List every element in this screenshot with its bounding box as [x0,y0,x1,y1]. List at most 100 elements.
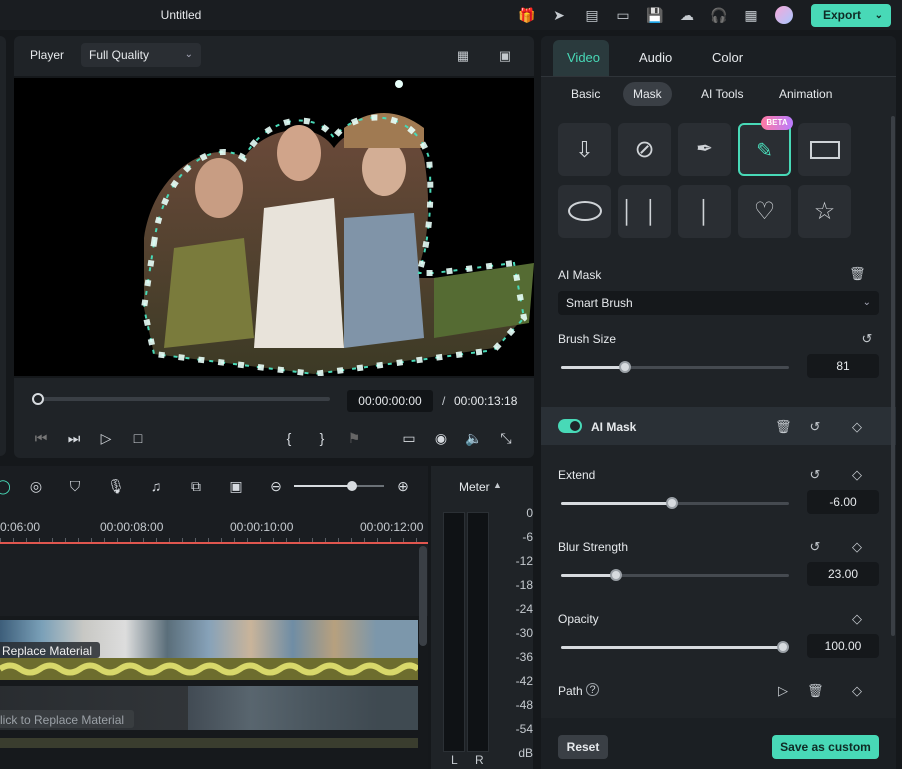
blur-strength-label: Blur Strength [558,540,629,554]
trash-icon[interactable]: 🗑 [775,419,792,435]
opacity-label: Opacity [558,612,599,626]
volume-icon[interactable]: 🔈 [465,429,483,447]
next-frame-icon[interactable]: ⏭ [65,429,83,447]
reset-button[interactable]: Reset [558,735,608,759]
audio-meter: Meter ▲ L R 0 -6 -12 -18 -24 -30 -36 -42… [431,466,533,769]
marker-icon[interactable]: ⚑ [345,429,363,447]
blur-strength-fill [561,574,616,577]
fullscreen-icon[interactable]: ⤡ [497,429,515,447]
keyframe-icon[interactable]: ◇ [849,611,865,627]
send-icon[interactable]: ➤ [550,6,568,24]
no-mask-icon[interactable]: ⊘ [618,123,671,176]
ellipse-icon[interactable] [558,185,611,238]
grid-icon[interactable]: ▦ [742,6,760,24]
display-icon[interactable]: ▭ [400,429,418,447]
heart-icon[interactable]: ♡ [738,185,791,238]
reset-icon[interactable]: ↺ [807,419,823,435]
motion-icon[interactable]: ◎ [27,477,45,495]
clip-label: Replace Material [2,644,93,658]
mark-in-icon[interactable]: { [280,429,298,447]
timeline-ruler[interactable]: 0:06:00 00:00:08:00 00:00:10:00 00:00:12… [0,506,428,546]
blur-strength-value[interactable]: 23.00 [807,562,879,586]
vertical-scrollbar[interactable] [419,546,427,646]
play-icon[interactable]: ▷ [775,683,791,699]
ai-mask-toggle[interactable] [558,419,582,433]
extend-fill [561,502,672,505]
subtab-basic[interactable]: Basic [561,82,610,106]
crop-icon[interactable]: ▣ [227,477,245,495]
zoom-out-icon[interactable]: ⊖ [267,477,285,495]
brush-size-label: Brush Size [558,332,617,346]
subtab-animation[interactable]: Animation [769,82,842,106]
pen-icon[interactable]: ✒ [678,123,731,176]
reset-icon[interactable]: ↺ [807,467,823,483]
zoom-slider-handle[interactable] [347,481,357,491]
star-icon[interactable]: ☆ [798,185,851,238]
keyframe-icon[interactable]: ◇ [849,683,865,699]
import-mask-icon[interactable]: ⇩ [558,123,611,176]
panel-scrollbar[interactable] [891,116,895,636]
tab-audio[interactable]: Audio [639,50,672,65]
mark-out-icon[interactable]: } [313,429,331,447]
opacity-value[interactable]: 100.00 [807,634,879,658]
playback-scrubber[interactable] [34,397,330,401]
microphone-icon[interactable]: 🎙 [107,477,125,495]
keyframe-icon[interactable]: ◇ [849,467,865,483]
export-button[interactable]: Export ⌄ [811,4,891,27]
monitor-icon[interactable]: ▭ [614,6,632,24]
grid-view-icon[interactable]: ▦ [455,48,471,64]
help-icon[interactable]: ? [586,683,599,696]
meter-left-label: L [451,753,458,767]
subtab-mask[interactable]: Mask [623,82,672,106]
meter-right-label: R [475,753,484,767]
keyframe-icon[interactable]: ◇ [849,539,865,555]
shield-icon[interactable]: ⛉ [66,477,84,495]
prev-frame-icon[interactable]: ⏮ [32,429,50,447]
rectangle-icon[interactable] [798,123,851,176]
image-icon[interactable]: ▣ [497,48,513,64]
save-icon[interactable]: 💾 [646,6,664,24]
cloud-upload-icon[interactable]: ☁ [678,6,696,24]
brush-size-handle[interactable] [619,361,631,373]
save-as-custom-button[interactable]: Save as custom [772,735,879,759]
tasks-icon[interactable]: ▤ [583,6,601,24]
music-list-icon[interactable]: ♫ [147,477,165,495]
meter-scale-label: -54 [515,722,533,736]
opacity-handle[interactable] [777,641,789,653]
audio-track-2[interactable] [0,738,418,748]
headset-icon[interactable]: 🎧 [710,6,728,24]
blur-strength-handle[interactable] [610,569,622,581]
ai-mask-toggle-label: AI Mask [591,420,637,434]
reset-icon[interactable]: ↺ [859,331,875,347]
meter-scale-label: 0 [526,506,533,520]
ai-mask-mode-select[interactable]: Smart Brush ⌄ [558,291,879,315]
brush-size-value[interactable]: 81 [807,354,879,378]
trash-icon[interactable]: 🗑 [849,266,866,282]
extend-handle[interactable] [666,497,678,509]
caret-up-icon[interactable]: ▲ [493,480,502,490]
zoom-in-icon[interactable]: ⊕ [394,477,412,495]
single-line-icon[interactable]: │ [678,185,731,238]
double-line-icon[interactable]: ││ [618,185,671,238]
reset-icon[interactable]: ↺ [807,539,823,555]
play-icon[interactable]: ▷ [97,429,115,447]
keyframe-icon[interactable]: ◇ [849,419,865,435]
snapshot-icon[interactable]: ◉ [432,429,450,447]
gift-icon[interactable]: 🎁 [518,6,536,24]
subtab-ai-tools[interactable]: AI Tools [691,82,753,106]
quality-select[interactable]: Full Quality ⌄ [81,43,201,67]
scrubber-handle[interactable] [32,393,44,405]
smart-brush-icon[interactable]: ✎ [738,123,791,176]
replace-icon[interactable]: ⧉ [187,477,205,495]
video-preview[interactable] [14,78,534,376]
audio-waveform[interactable] [0,658,420,680]
snap-icon[interactable]: ◯ [0,477,12,495]
meter-right-bar [467,512,489,752]
avatar[interactable] [775,6,793,24]
tab-video[interactable]: Video [567,50,600,65]
extend-value[interactable]: -6.00 [807,490,879,514]
playhead-line [0,542,428,544]
tab-color[interactable]: Color [712,50,743,65]
stop-icon[interactable]: □ [129,429,147,447]
trash-icon[interactable]: 🗑 [807,683,824,699]
